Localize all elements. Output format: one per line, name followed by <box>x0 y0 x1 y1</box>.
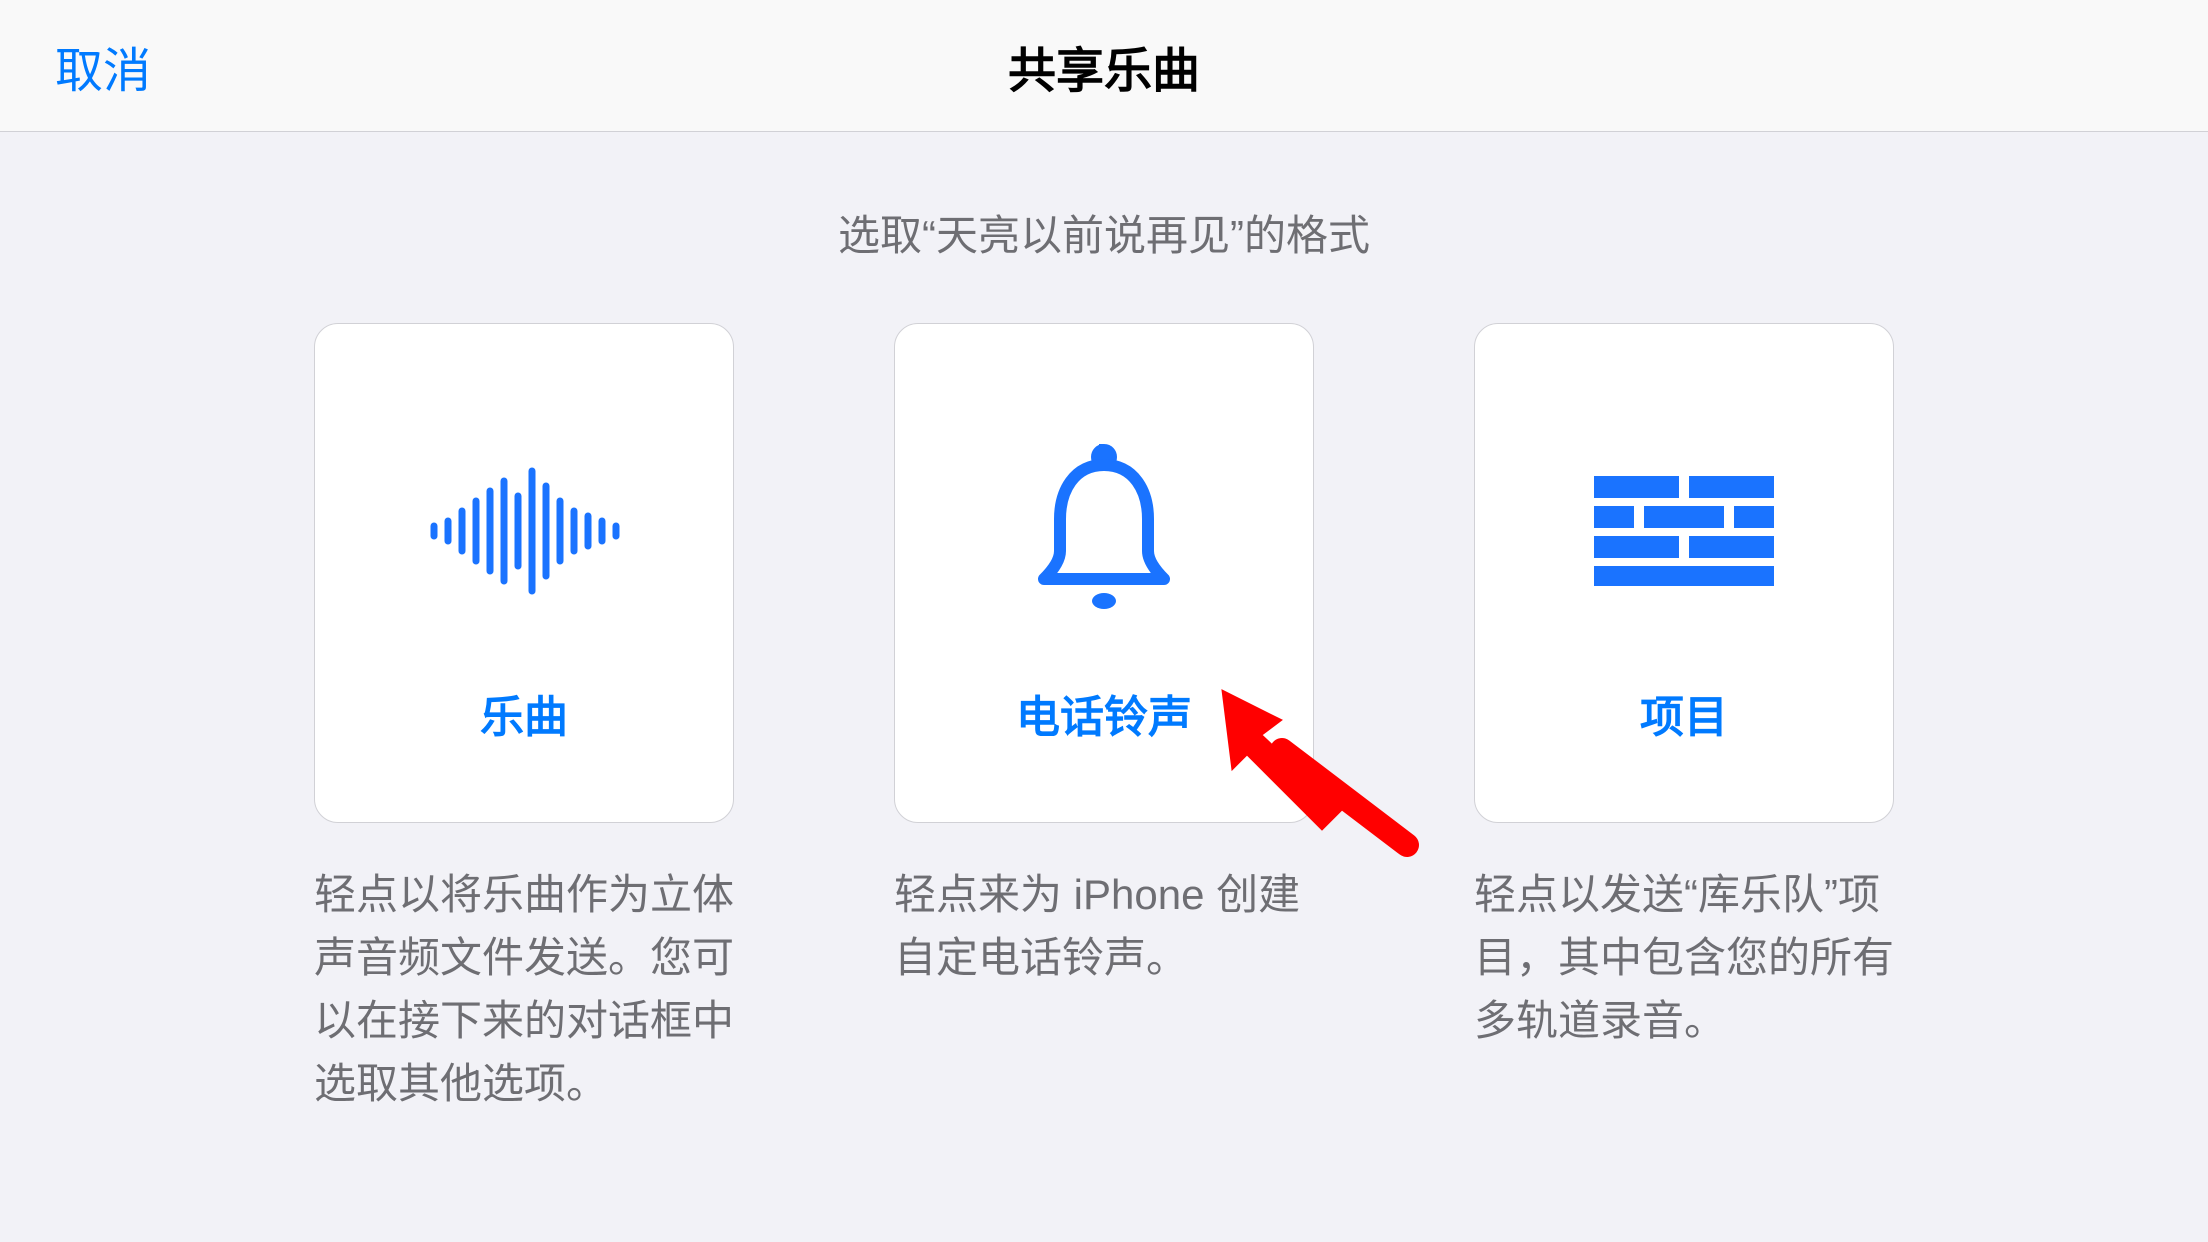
ringtone-label: 电话铃声 <box>1016 681 1192 745</box>
song-label: 乐曲 <box>480 681 568 745</box>
song-desc: 轻点以将乐曲作为立体声音频文件发送。您可以在接下来的对话框中选取其他选项。 <box>314 863 734 1115</box>
project-card[interactable]: 项目 <box>1474 323 1894 823</box>
ringtone-desc: 轻点来为 iPhone 创建自定电话铃声。 <box>894 863 1314 989</box>
ringtone-card[interactable]: 电话铃声 <box>894 323 1314 823</box>
format-prompt: 选取“天亮以前说再见”的格式 <box>0 202 2208 263</box>
bell-icon <box>1024 401 1184 661</box>
project-desc: 轻点以发送“库乐队”项目，其中包含您的所有多轨道录音。 <box>1474 863 1894 1052</box>
options-row: 乐曲 轻点以将乐曲作为立体声音频文件发送。您可以在接下来的对话框中选取其他选项。… <box>0 323 2208 1115</box>
option-ringtone: 电话铃声 轻点来为 iPhone 创建自定电话铃声。 <box>894 323 1314 1115</box>
bricks-icon <box>1594 401 1774 661</box>
project-label: 项目 <box>1640 681 1728 745</box>
song-card[interactable]: 乐曲 <box>314 323 734 823</box>
option-song: 乐曲 轻点以将乐曲作为立体声音频文件发送。您可以在接下来的对话框中选取其他选项。 <box>314 323 734 1115</box>
waveform-icon <box>424 401 624 661</box>
content: 选取“天亮以前说再见”的格式 <box>0 132 2208 1115</box>
cancel-button[interactable]: 取消 <box>55 31 151 101</box>
page-title: 共享乐曲 <box>1008 31 1200 101</box>
header: 取消 共享乐曲 <box>0 0 2208 132</box>
option-project: 项目 轻点以发送“库乐队”项目，其中包含您的所有多轨道录音。 <box>1474 323 1894 1115</box>
